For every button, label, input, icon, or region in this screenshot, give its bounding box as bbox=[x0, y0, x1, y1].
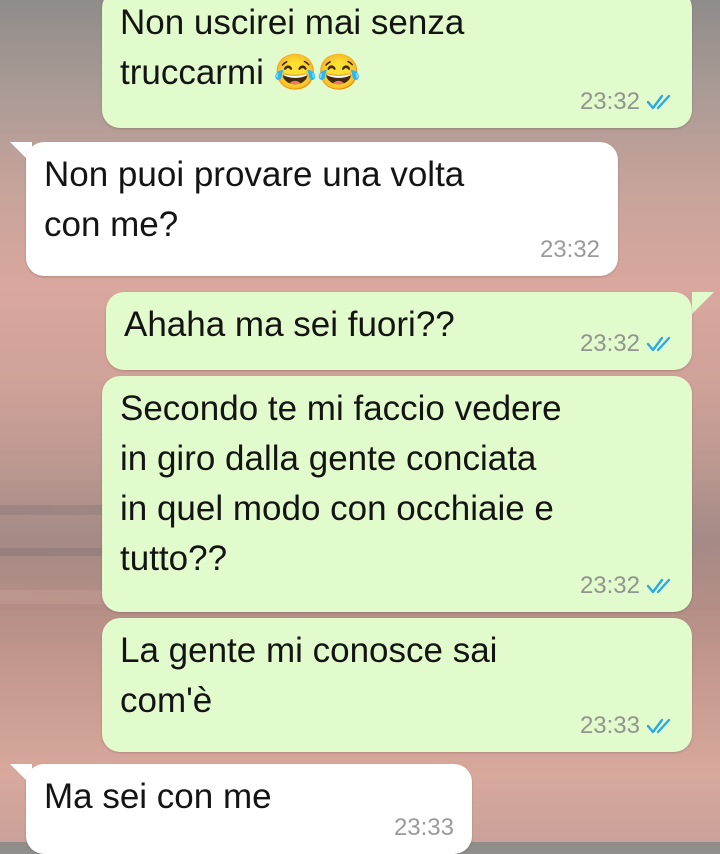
message-time: 23:33 bbox=[579, 712, 640, 739]
message-time: 23:32 bbox=[579, 88, 640, 115]
message-time: 23:32 bbox=[579, 572, 640, 599]
message-meta: 23:33 bbox=[394, 814, 454, 842]
message-bubble-incoming[interactable]: Non puoi provare una volta con me? 23:32 bbox=[26, 142, 618, 276]
message-meta: 23:32 bbox=[540, 236, 600, 264]
message-bubble-outgoing[interactable]: Ahaha ma sei fuori?? 23:32 bbox=[106, 292, 692, 370]
message-meta: 23:32 bbox=[580, 330, 674, 358]
message-meta: 23:32 bbox=[580, 572, 674, 600]
message-text: Ma sei con me bbox=[44, 777, 272, 816]
message-time: 23:33 bbox=[393, 814, 454, 841]
message-bubble-incoming[interactable]: Ma sei con me 23:33 bbox=[26, 764, 472, 854]
message-bubble-outgoing[interactable]: Secondo te mi faccio vedere in giro dall… bbox=[102, 376, 692, 612]
message-text: La gente mi conosce sai com'è bbox=[120, 631, 498, 720]
message-text: Secondo te mi faccio vedere in giro dall… bbox=[120, 389, 562, 578]
message-bubble-outgoing[interactable]: La gente mi conosce sai com'è 23:33 bbox=[102, 618, 692, 752]
message-text: Non puoi provare una volta con me? bbox=[44, 155, 465, 244]
message-meta: 23:32 bbox=[580, 88, 674, 116]
chat-message-list[interactable]: Non uscirei mai senza truccarmi 😂😂 23:32… bbox=[0, 0, 720, 854]
bubble-tail bbox=[692, 292, 714, 314]
double-check-icon bbox=[646, 718, 671, 734]
double-check-icon bbox=[646, 336, 671, 352]
message-meta: 23:33 bbox=[580, 712, 674, 740]
double-check-icon bbox=[646, 578, 671, 594]
double-check-icon bbox=[646, 94, 671, 110]
message-time: 23:32 bbox=[539, 236, 600, 263]
message-time: 23:32 bbox=[579, 330, 640, 357]
message-text: Non uscirei mai senza truccarmi 😂😂 bbox=[120, 3, 465, 92]
message-bubble-outgoing[interactable]: Non uscirei mai senza truccarmi 😂😂 23:32 bbox=[102, 0, 692, 128]
